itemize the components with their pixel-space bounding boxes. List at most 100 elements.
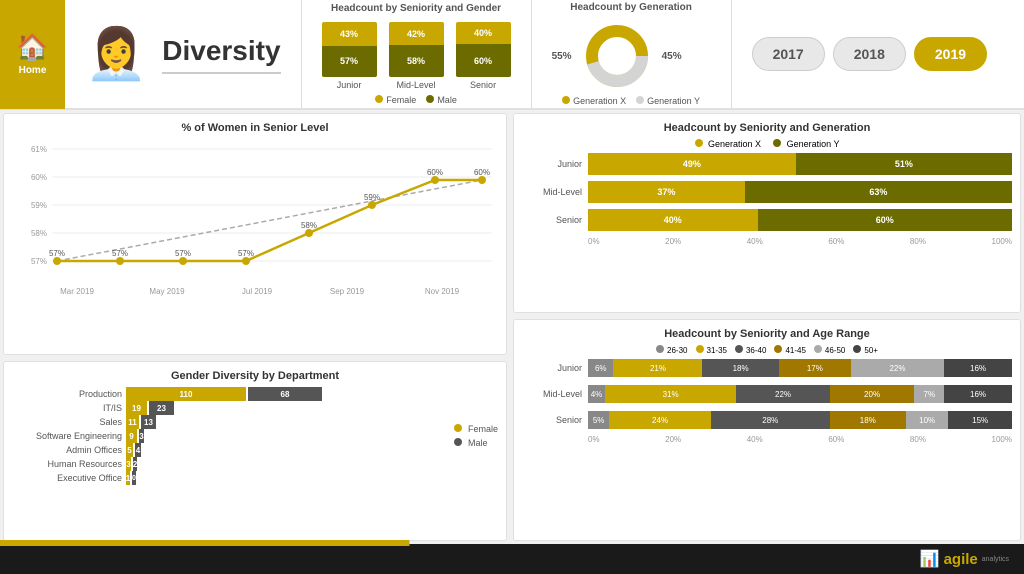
seniority-junior-row: Junior 49% 51% [522, 153, 1012, 175]
seg-4650: 22% [851, 359, 944, 377]
dept-label: Sales [12, 417, 122, 427]
donut-area: 55% 45% [552, 21, 711, 91]
senior-age-bar: 5% 24% 28% 18% 10% 15% [588, 411, 1012, 429]
seg-4650: 7% [914, 385, 944, 403]
svg-text:57%: 57% [112, 249, 128, 258]
logo-text: agile [944, 551, 978, 568]
gen-y-label: 45% [662, 51, 682, 62]
svg-text:Sep 2019: Sep 2019 [330, 287, 365, 296]
seg-3135: 24% [609, 411, 711, 429]
dept-row-exec: Executive Office 1 0 [12, 471, 444, 485]
female-bar: 19 [126, 401, 147, 415]
footer: 📊 agile analytics [0, 544, 1024, 574]
seg-3135: 21% [613, 359, 702, 377]
age-label: Mid-Level [522, 389, 582, 399]
age-legend: 26-30 31-35 36-40 41-45 46-50 50+ [522, 345, 1012, 355]
female-pct: 43% [322, 22, 377, 46]
dept-bars: 110 68 [126, 387, 322, 401]
seniority-midlevel-row: Mid-Level 37% 63% [522, 181, 1012, 203]
seg-50plus: 15% [948, 411, 1012, 429]
bar-label: Mid-Level [397, 80, 436, 90]
seg-4145: 18% [830, 411, 906, 429]
svg-text:58%: 58% [31, 229, 47, 238]
bar-item-junior: 43%57% Junior [322, 22, 377, 90]
dept-row-production: Production 110 68 [12, 387, 444, 401]
bar-label: Junior [337, 80, 362, 90]
svg-text:58%: 58% [301, 221, 317, 230]
home-icon: 🏠 [16, 32, 48, 63]
headcount-seniority-section: Headcount by Seniority and Gender 43%57%… [302, 0, 532, 108]
gen-x-seg: 40% [588, 209, 758, 231]
year-buttons: 2017 2018 2019 [732, 37, 1007, 71]
year-2017-button[interactable]: 2017 [752, 37, 825, 71]
home-label: Home [19, 65, 47, 76]
headcount-gen-title: Headcount by Generation [552, 2, 711, 13]
dept-row-admin: Admin Offices 5 4 [12, 443, 444, 457]
dept-bars: 1 0 [126, 471, 136, 485]
gen-y-seg: 60% [758, 209, 1012, 231]
dept-bars: 9 3 [126, 429, 144, 443]
female-pct: 42% [389, 22, 444, 45]
dept-row-se: Software Engineering 9 3 [12, 429, 444, 443]
dept-label: IT/IS [12, 403, 122, 413]
seg-50plus: 16% [944, 359, 1012, 377]
female-bar: 9 [126, 429, 137, 443]
female-bar: 1 [126, 471, 130, 485]
dept-chart: Production 110 68 IT/IS 19 23 [12, 387, 444, 485]
gen-axis-labels: 0%20%40%60%80%100% [522, 237, 1012, 246]
female-bar: 11 [126, 415, 139, 429]
year-2019-button[interactable]: 2019 [914, 37, 987, 71]
female-bar: 3 [126, 457, 131, 471]
female-pct: 40% [456, 22, 511, 44]
male-bar: 23 [149, 401, 174, 415]
svg-text:60%: 60% [31, 173, 47, 182]
senior-bar: 40% 60% [588, 209, 1012, 231]
seniority-label: Junior [522, 159, 582, 169]
svg-text:Nov 2019: Nov 2019 [425, 287, 460, 296]
seniority-gen-panel: Headcount by Seniority and Generation Ge… [513, 113, 1021, 313]
dept-label: Production [12, 389, 122, 399]
seniority-label: Mid-Level [522, 187, 582, 197]
male-pct: 60% [456, 44, 511, 77]
bar-label: Senior [470, 80, 496, 90]
male-bar: 68 [248, 387, 322, 401]
footer-logo: 📊 agile analytics [920, 549, 1009, 569]
footer-decoration [0, 540, 1024, 546]
seg-2630: 4% [588, 385, 605, 403]
dept-row-hr: Human Resources 3 2 [12, 457, 444, 471]
dept-bars: 5 4 [126, 443, 141, 457]
bar-item-senior: 40%60% Senior [456, 22, 511, 90]
svg-text:59%: 59% [31, 201, 47, 210]
dept-bars: 11 13 [126, 415, 156, 429]
seg-3640: 22% [736, 385, 829, 403]
svg-text:May 2019: May 2019 [149, 287, 185, 296]
dept-label: Executive Office [12, 473, 122, 483]
year-2018-button[interactable]: 2018 [833, 37, 906, 71]
male-pct: 57% [322, 46, 377, 77]
seg-2630: 5% [588, 411, 609, 429]
male-bar: 0 [132, 471, 136, 485]
home-button[interactable]: 🏠 Home [0, 0, 65, 109]
seg-4145: 17% [779, 359, 851, 377]
seniority-gen-title: Headcount by Seniority and Generation [522, 122, 1012, 134]
chart-icon: 📊 [920, 549, 940, 569]
seniority-senior-row: Senior 40% 60% [522, 209, 1012, 231]
dept-row-itis: IT/IS 19 23 [12, 401, 444, 415]
women-senior-panel: % of Women in Senior Level 61% 60% 59% 5… [3, 113, 507, 355]
dept-row-sales: Sales 11 13 [12, 415, 444, 429]
svg-text:57%: 57% [175, 249, 191, 258]
seg-50plus: 16% [944, 385, 1012, 403]
age-range-title: Headcount by Seniority and Age Range [522, 328, 1012, 340]
svg-text:57%: 57% [49, 249, 65, 258]
logo-sub: analytics [982, 556, 1009, 563]
junior-bar: 49% 51% [588, 153, 1012, 175]
dept-bars: 19 23 [126, 401, 174, 415]
seniority-bars: 43%57% Junior 42%58% Mid-Level 40%60% Senior [322, 22, 511, 90]
seg-3640: 28% [711, 411, 830, 429]
gen-legend: Generation X Generation Y [552, 96, 711, 106]
male-pct: 58% [389, 45, 444, 77]
gender-dept-panel: Gender Diversity by Department Productio… [3, 361, 507, 541]
seniority-legend: Female Male [322, 95, 511, 105]
midlevel-age-bar: 4% 31% 22% 20% 7% 16% [588, 385, 1012, 403]
age-label: Junior [522, 363, 582, 373]
